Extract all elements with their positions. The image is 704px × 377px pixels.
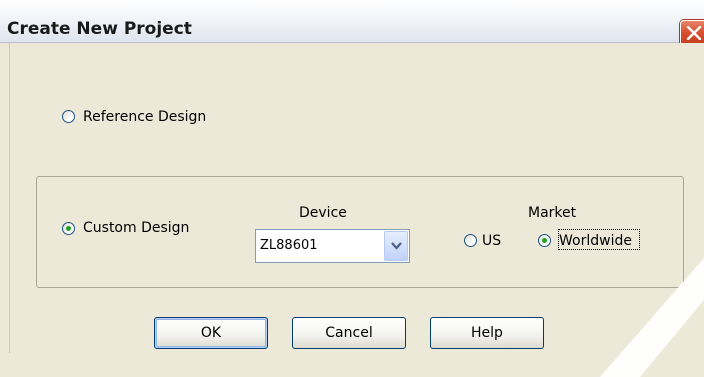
dialog-title: Create New Project — [7, 19, 192, 39]
custom-design-radio-dot — [66, 226, 71, 231]
device-dropdown-value: ZL88601 — [260, 238, 318, 253]
market-worldwide-label[interactable]: Worldwide — [559, 233, 632, 249]
reference-design-label[interactable]: Reference Design — [83, 109, 206, 125]
reference-design-radio[interactable] — [62, 110, 75, 123]
market-us-label[interactable]: US — [482, 233, 501, 249]
custom-design-radio[interactable] — [62, 222, 75, 235]
title-bar[interactable]: Create New Project — [0, 0, 704, 46]
create-project-dialog: Create New Project Reference Design Cust… — [0, 0, 704, 377]
chevron-down-icon — [391, 242, 402, 250]
device-dropdown-button[interactable] — [384, 231, 408, 261]
market-worldwide-radio-dot — [542, 238, 547, 243]
device-label: Device — [299, 205, 347, 221]
custom-design-label[interactable]: Custom Design — [83, 220, 189, 236]
ok-button[interactable]: OK — [154, 317, 268, 349]
cancel-button[interactable]: Cancel — [292, 317, 406, 349]
market-us-radio[interactable] — [464, 234, 477, 247]
device-dropdown[interactable]: ZL88601 — [255, 229, 410, 263]
market-label: Market — [528, 205, 577, 221]
help-button[interactable]: Help — [430, 317, 544, 349]
market-worldwide-radio[interactable] — [538, 234, 551, 247]
close-icon — [686, 26, 702, 40]
